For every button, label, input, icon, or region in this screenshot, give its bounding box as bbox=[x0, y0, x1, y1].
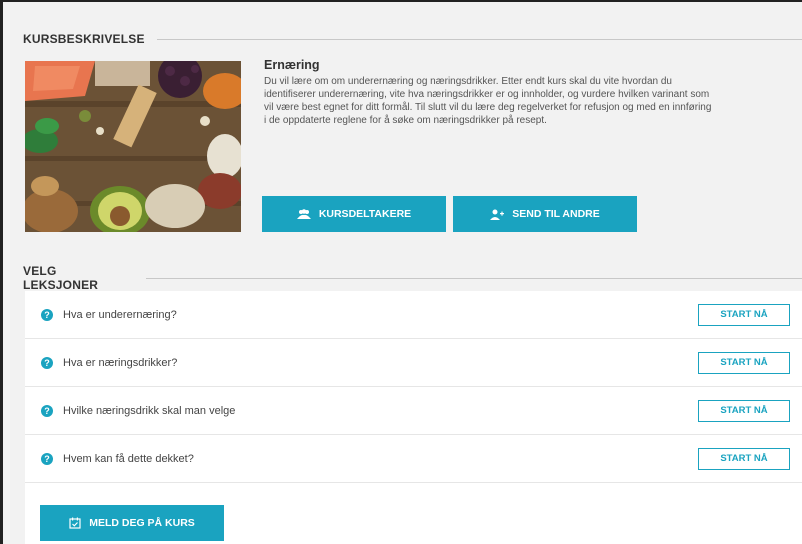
question-circle-icon: ? bbox=[41, 452, 53, 465]
question-circle-icon: ? bbox=[41, 308, 53, 321]
calendar-check-icon bbox=[69, 517, 81, 529]
start-lesson-button[interactable]: START NÅ bbox=[698, 447, 790, 470]
lesson-row: ? Hvilke næringsdrikk skal man velge STA… bbox=[25, 387, 802, 435]
enroll-button[interactable]: MELD DEG PÅ KURS bbox=[40, 505, 224, 541]
send-to-others-button-label: SEND TIL ANDRE bbox=[512, 208, 600, 220]
start-lesson-button[interactable]: START NÅ bbox=[698, 303, 790, 326]
enroll-button-label: MELD DEG PÅ KURS bbox=[89, 517, 195, 529]
question-circle-icon: ? bbox=[41, 404, 53, 417]
lesson-row: ? Hva er næringsdrikker? START NÅ bbox=[25, 339, 802, 387]
course-image bbox=[25, 61, 241, 232]
start-lesson-button[interactable]: START NÅ bbox=[698, 351, 790, 374]
lesson-title: Hvem kan få dette dekket? bbox=[63, 452, 194, 465]
lesson-title: Hvilke næringsdrikk skal man velge bbox=[63, 404, 236, 417]
course-title: Ernæring bbox=[264, 58, 320, 72]
heading-divider bbox=[156, 38, 802, 40]
lesson-title: Hva er næringsdrikker? bbox=[63, 356, 178, 369]
start-lesson-button[interactable]: START NÅ bbox=[698, 399, 790, 422]
lessons-heading: VELG LEKSJONER bbox=[23, 264, 802, 292]
lesson-row: ? Hva er underernæring? START NÅ bbox=[25, 291, 802, 339]
course-description-heading: KURSBESKRIVELSE bbox=[23, 32, 802, 46]
participants-button-label: KURSDELTAKERE bbox=[318, 208, 412, 220]
course-description: Du vil lære om om underernæring og nærin… bbox=[264, 76, 712, 126]
users-icon bbox=[296, 208, 311, 219]
question-circle-icon: ? bbox=[41, 356, 53, 369]
lessons-heading-text: VELG LEKSJONER bbox=[23, 264, 99, 292]
page-frame: KURSBESKRIVELSE Ernæring Du vil lære om … bbox=[0, 0, 802, 544]
lessons-list: ? Hva er underernæring? START NÅ ? Hva e… bbox=[25, 291, 802, 544]
lesson-row: ? Hvem kan få dette dekket? START NÅ bbox=[25, 435, 802, 483]
heading-divider bbox=[146, 277, 802, 279]
participants-button[interactable]: KURSDELTAKERE bbox=[262, 196, 446, 232]
lesson-title: Hva er underernæring? bbox=[63, 308, 177, 321]
course-description-heading-text: KURSBESKRIVELSE bbox=[23, 32, 145, 46]
user-plus-icon bbox=[490, 209, 505, 220]
food-illustration bbox=[25, 61, 241, 232]
send-to-others-button[interactable]: SEND TIL ANDRE bbox=[453, 196, 637, 232]
